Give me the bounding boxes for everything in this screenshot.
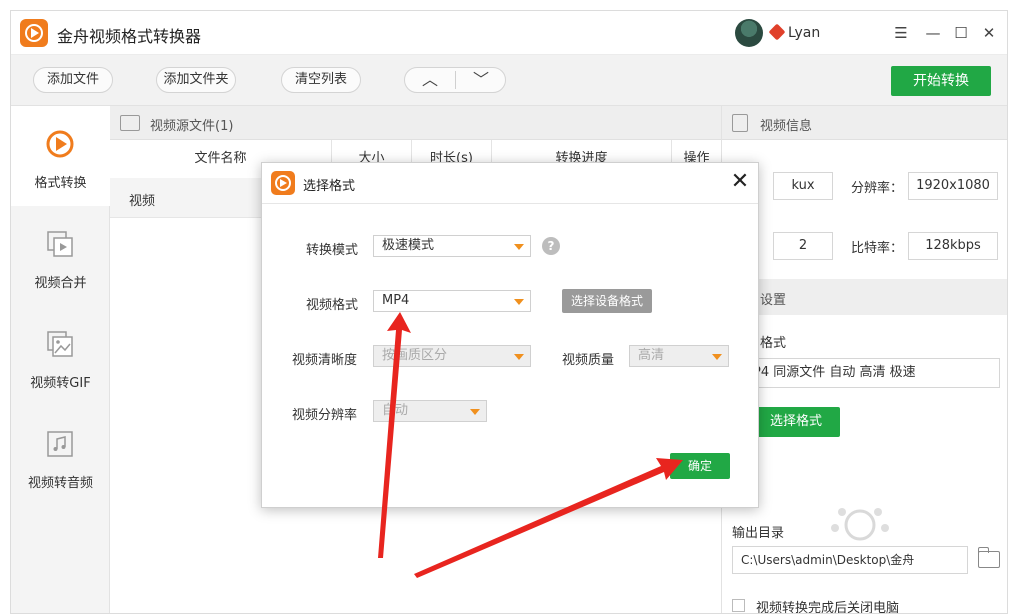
bitrate-value: 128kbps xyxy=(908,232,998,260)
app-logo-icon xyxy=(20,19,48,47)
sidebar-item-label: 格式转换 xyxy=(34,176,87,191)
chevron-down-icon xyxy=(470,409,480,415)
info-panel-title: 视频信息 xyxy=(760,119,813,134)
secondary-value: 2 xyxy=(773,232,833,260)
clear-list-button[interactable]: 清空列表 xyxy=(281,67,361,93)
sidebar-item-video-to-gif[interactable]: 视频转GIF xyxy=(11,306,110,406)
output-format-label: 格式 xyxy=(760,336,787,351)
start-convert-button[interactable]: 开始转换 xyxy=(891,66,991,96)
chevron-down-icon xyxy=(514,299,524,305)
sidebar-item-label: 视频转GIF xyxy=(30,376,91,391)
convert-mode-label: 转换模式 xyxy=(306,243,359,258)
info-icon xyxy=(732,114,748,132)
video-format-value: MP4 xyxy=(382,293,410,308)
menu-icon[interactable]: ☰ xyxy=(891,23,911,43)
video-resolution-select[interactable]: 自动 xyxy=(373,400,487,422)
user-avatar[interactable] xyxy=(735,19,763,47)
close-window-icon[interactable]: ✕ xyxy=(979,23,999,43)
dialog-header: 选择格式 ✕ xyxy=(262,163,758,204)
video-format-label: 视频格式 xyxy=(306,298,359,313)
output-settings-title: 设置 xyxy=(760,293,787,308)
sidebar-item-video-merge[interactable]: 视频合并 xyxy=(11,206,110,306)
video-clarity-select[interactable]: 按画质区分 xyxy=(373,345,531,367)
resolution-value: 1920x1080 xyxy=(908,172,998,200)
reorder-group: ︿ ﹀ xyxy=(404,67,506,93)
video-resolution-label: 视频分辨率 xyxy=(292,408,358,423)
file-panel-header: 视频源文件(1) xyxy=(110,106,721,140)
merge-icon xyxy=(47,231,73,257)
video-quality-select[interactable]: 高清 xyxy=(629,345,729,367)
maximize-icon[interactable]: ☐ xyxy=(951,23,971,43)
select-device-format-button[interactable]: 选择设备格式 xyxy=(562,289,652,313)
add-folder-button[interactable]: 添加文件夹 xyxy=(156,67,236,93)
chevron-down-icon xyxy=(514,354,524,360)
output-format-field: P4 同源文件 自动 高清 极速 xyxy=(732,358,1000,388)
move-down-button[interactable]: ﹀ xyxy=(456,68,506,92)
audio-icon xyxy=(47,431,73,457)
shutdown-checkbox[interactable] xyxy=(732,599,745,612)
video-quality-value: 高清 xyxy=(638,348,665,363)
user-name[interactable]: Lyan xyxy=(788,25,820,41)
help-icon[interactable]: ? xyxy=(542,237,560,255)
video-quality-label: 视频质量 xyxy=(562,353,615,368)
info-panel-header: 视频信息 xyxy=(722,106,1007,140)
file-panel-title: 视频源文件(1) xyxy=(150,119,234,134)
gif-icon xyxy=(47,331,73,357)
close-icon[interactable]: ✕ xyxy=(728,171,752,195)
video-resolution-value: 自动 xyxy=(382,403,409,418)
sidebar-item-format-convert[interactable]: 格式转换 xyxy=(11,106,110,206)
sidebar-item-label: 视频合并 xyxy=(34,276,87,291)
sidebar: 格式转换 视频合并 视频转GIF 视频转音频 xyxy=(11,106,110,613)
vip-icon xyxy=(768,23,786,41)
chevron-down-icon xyxy=(712,354,722,360)
sidebar-item-label: 视频转音频 xyxy=(27,476,93,491)
resolution-label: 分辨率： xyxy=(851,181,904,196)
select-format-dialog: 选择格式 ✕ 转换模式 极速模式 ? 视频格式 MP4 选择设备格式 视频清晰度… xyxy=(261,162,759,508)
film-icon xyxy=(120,115,140,131)
watermark-logo xyxy=(831,508,889,541)
video-clarity-label: 视频清晰度 xyxy=(292,353,358,368)
shutdown-label: 视频转换完成后关闭电脑 xyxy=(756,601,900,614)
folder-icon[interactable] xyxy=(978,547,1000,568)
format-value: kux xyxy=(773,172,833,200)
app-title: 金舟视频格式转换器 xyxy=(57,27,202,46)
add-file-button[interactable]: 添加文件 xyxy=(33,67,113,93)
convert-icon xyxy=(46,130,74,158)
convert-mode-select[interactable]: 极速模式 xyxy=(373,235,531,257)
bitrate-label: 比特率： xyxy=(851,241,904,256)
output-settings-header: 设置 xyxy=(722,279,1007,315)
title-bar: 金舟视频格式转换器 Lyan ☰ — ☐ ✕ xyxy=(11,11,1007,55)
toolbar: 添加文件 添加文件夹 清空列表 ︿ ﹀ 开始转换 xyxy=(11,55,1007,106)
video-clarity-value: 按画质区分 xyxy=(382,348,448,363)
dialog-logo-icon xyxy=(271,171,295,195)
sidebar-item-video-to-audio[interactable]: 视频转音频 xyxy=(11,406,110,506)
move-up-button[interactable]: ︿ xyxy=(405,68,455,92)
video-format-select[interactable]: MP4 xyxy=(373,290,531,312)
convert-mode-value: 极速模式 xyxy=(382,238,435,253)
minimize-icon[interactable]: — xyxy=(923,23,943,43)
confirm-button[interactable]: 确定 xyxy=(670,453,730,479)
dialog-title: 选择格式 xyxy=(303,179,356,194)
chevron-down-icon xyxy=(514,244,524,250)
file-name: 视频 xyxy=(129,194,156,209)
